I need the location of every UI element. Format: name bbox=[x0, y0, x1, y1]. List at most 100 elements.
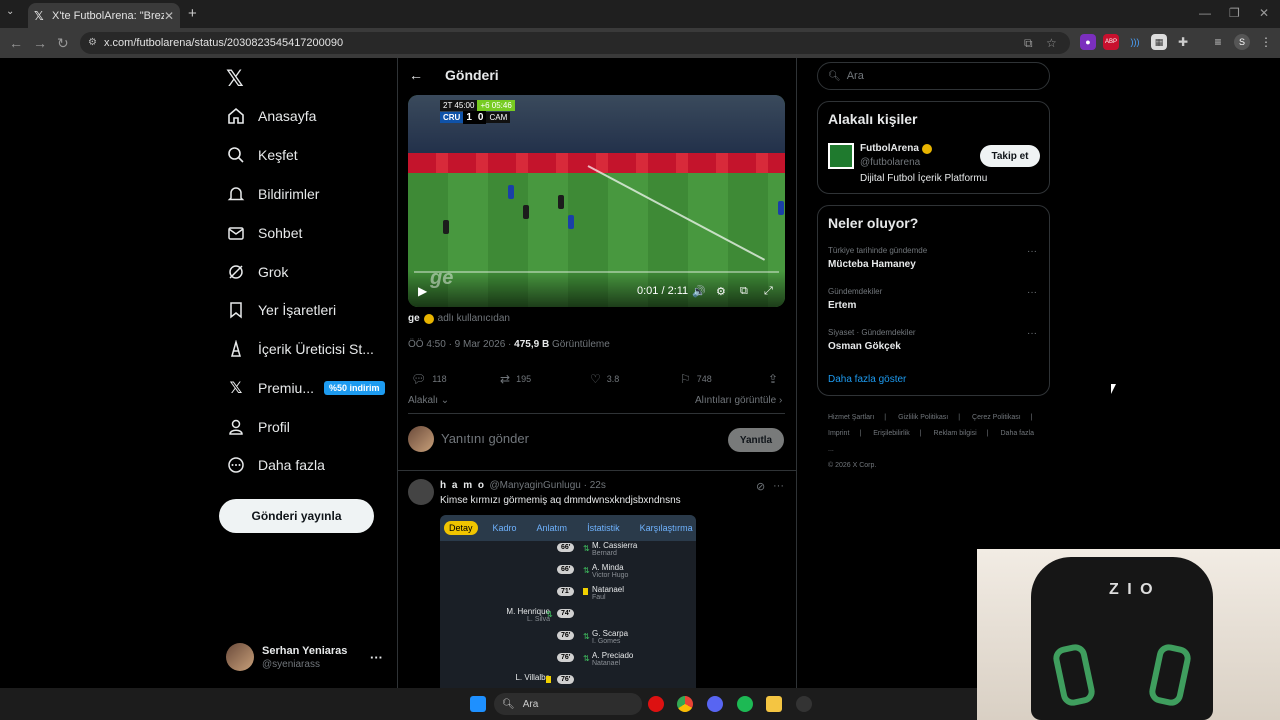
profile-avatar-icon[interactable]: S bbox=[1234, 34, 1250, 50]
extension-icon[interactable]: ))) bbox=[1127, 34, 1143, 50]
footer-link[interactable]: Çerez Politikası bbox=[972, 414, 1021, 421]
reload-icon[interactable]: ↻ bbox=[57, 35, 69, 52]
minimize-icon[interactable]: — bbox=[1199, 6, 1211, 20]
nav-creator-studio[interactable]: İçerik Üreticisi St... bbox=[226, 337, 374, 361]
show-more-link[interactable]: Daha fazla göster bbox=[828, 374, 906, 385]
reply-author-name[interactable]: h a m o bbox=[440, 480, 486, 491]
video-source[interactable]: ge adlı kullanıcıdan bbox=[408, 313, 510, 324]
browser-tab[interactable]: 𝕏 X'te FutbolArena: "Brezilya'da Cr ✕ bbox=[28, 3, 180, 28]
post-button[interactable]: Gönderi yayınla bbox=[219, 499, 374, 533]
account-handle: @futbolarena bbox=[860, 157, 921, 168]
post-actions: 💬︎ 118 ⇄ 195 ♡ 3.8 ⚐ 748 ⇪ bbox=[408, 372, 785, 388]
avatar[interactable] bbox=[408, 479, 434, 505]
extension-icon[interactable]: ● bbox=[1080, 34, 1096, 50]
footer-link[interactable]: Reklam bilgisi bbox=[934, 430, 977, 437]
volume-icon[interactable]: 🔊 bbox=[692, 285, 706, 298]
adblock-icon[interactable]: ABP bbox=[1103, 34, 1119, 50]
share-action[interactable]: ⇪ bbox=[768, 372, 784, 386]
x-favicon-icon: 𝕏 bbox=[34, 8, 44, 23]
extension-icon[interactable]: ▦ bbox=[1151, 34, 1167, 50]
spotify-icon[interactable] bbox=[737, 696, 753, 712]
trend-item[interactable]: Gündemdekiler Ertem bbox=[828, 287, 882, 311]
follow-button[interactable]: Takip et bbox=[980, 145, 1040, 167]
video-frame bbox=[508, 185, 514, 199]
close-tab-icon[interactable]: ✕ bbox=[164, 9, 174, 23]
star-icon[interactable]: ☆ bbox=[1046, 36, 1057, 50]
reading-list-icon[interactable]: ≡ bbox=[1210, 34, 1226, 50]
nav-more[interactable]: Daha fazla bbox=[226, 453, 325, 477]
nav-label: Bildirimler bbox=[258, 186, 320, 202]
substitution-icon: ⇅ bbox=[546, 610, 553, 619]
windows-start-icon[interactable] bbox=[470, 696, 486, 712]
forward-icon[interactable]: → bbox=[33, 35, 47, 51]
reply-action[interactable]: 💬︎ 118 bbox=[411, 372, 447, 386]
footer-link[interactable]: Erişilebilirlik bbox=[873, 430, 910, 437]
nav-notifications[interactable]: Bildirimler bbox=[226, 182, 319, 206]
nav-bookmarks[interactable]: Yer İşaretleri bbox=[226, 298, 336, 322]
more-dots-icon[interactable]: ··· bbox=[1027, 328, 1037, 339]
more-dots-icon[interactable]: ··· bbox=[1027, 246, 1037, 257]
bookmark-action[interactable]: ⚐ 748 bbox=[680, 372, 712, 386]
extensions-puzzle-icon[interactable]: ✚ bbox=[1175, 34, 1191, 50]
footer-link[interactable]: Gizlilik Politikası bbox=[898, 414, 948, 421]
maximize-icon[interactable]: ❐ bbox=[1229, 6, 1240, 20]
new-tab-icon[interactable]: + bbox=[188, 5, 197, 22]
back-icon[interactable]: ← bbox=[9, 35, 23, 51]
video-player[interactable]: 2T 45:00 +6 05:46 CRU 1 0 CAM ge ▶ 0:01 / 2:… bbox=[408, 95, 785, 307]
menu-dots-icon[interactable]: ⋮ bbox=[1258, 34, 1274, 50]
more-dots-icon[interactable]: ··· bbox=[773, 480, 784, 492]
discord-icon[interactable] bbox=[707, 696, 723, 712]
nav-label: Grok bbox=[258, 264, 289, 280]
account-name-text: FutbolArena bbox=[860, 143, 919, 154]
nav-profile[interactable]: Profil bbox=[226, 415, 290, 439]
more-dots-icon[interactable]: ··· bbox=[1027, 287, 1037, 298]
search-input[interactable]: 🔍︎ Ara bbox=[817, 62, 1050, 90]
app-icon[interactable] bbox=[796, 696, 812, 712]
grok-icon[interactable]: ⊘ bbox=[756, 480, 765, 493]
reply-input[interactable]: Yanıtını gönder bbox=[441, 431, 529, 446]
x-logo-icon[interactable]: 𝕏 bbox=[226, 66, 244, 92]
site-info-icon[interactable]: ⚙ bbox=[88, 37, 97, 48]
bookmark-count: 748 bbox=[696, 374, 712, 384]
close-window-icon[interactable]: ✕ bbox=[1259, 6, 1269, 20]
footer-link[interactable]: Hizmet Şartları bbox=[828, 414, 874, 421]
trend-item[interactable]: Siyaset · Gündemdekiler Osman Gökçek bbox=[828, 328, 916, 352]
video-progress-bar[interactable] bbox=[414, 271, 779, 273]
account-more-icon[interactable]: ··· bbox=[370, 650, 383, 665]
futbolarena-logo[interactable] bbox=[828, 143, 854, 169]
discount-badge: %50 indirim bbox=[324, 381, 385, 395]
nav-premium[interactable]: 𝕏 Premiu... %50 indirim bbox=[226, 376, 385, 400]
nav-messages[interactable]: Sohbet bbox=[226, 221, 302, 245]
trend-item[interactable]: Türkiye tarihinde gündemde Mücteba Haman… bbox=[828, 246, 927, 270]
like-action[interactable]: ♡ 3.8 bbox=[590, 372, 619, 386]
nav-home[interactable]: Anasayfa bbox=[226, 104, 316, 128]
event-item: L. Villalba bbox=[515, 673, 550, 682]
account-name[interactable]: FutbolArena bbox=[860, 143, 936, 154]
back-arrow-icon[interactable]: ← bbox=[409, 67, 423, 83]
footer-link[interactable]: Imprint bbox=[828, 430, 849, 437]
profile-icon bbox=[226, 417, 246, 437]
settings-gear-icon[interactable]: ⚙ bbox=[716, 285, 726, 298]
fullscreen-icon[interactable]: ⤢ bbox=[764, 285, 773, 298]
pip-icon[interactable]: ⧉ bbox=[740, 285, 748, 298]
card-title: Alakalı kişiler bbox=[828, 111, 918, 127]
opera-icon[interactable] bbox=[648, 696, 664, 712]
nav-explore[interactable]: Keşfet bbox=[226, 143, 298, 167]
nav-grok[interactable]: Grok bbox=[226, 260, 288, 284]
repost-action[interactable]: ⇄ 195 bbox=[500, 372, 531, 386]
reply-button[interactable]: Yanıtla bbox=[728, 428, 784, 452]
file-explorer-icon[interactable] bbox=[766, 696, 782, 712]
match-events-image[interactable]: Detay Kadro Anlatım İstatistik Karşılaşt… bbox=[440, 515, 696, 693]
sort-label: Alakalı bbox=[408, 395, 439, 406]
url-field[interactable]: ⚙ x.com/futbolarena/status/2030823545417… bbox=[80, 32, 1070, 54]
install-icon[interactable]: ⧉ bbox=[1024, 36, 1033, 51]
sort-relevant[interactable]: Alakalı ⌄ bbox=[408, 395, 449, 406]
substitution-icon: ⇅ bbox=[583, 566, 590, 575]
chrome-icon[interactable] bbox=[677, 696, 693, 712]
home-icon bbox=[226, 106, 246, 126]
account-switcher[interactable]: Serhan Yeniaras @syeniarass bbox=[226, 643, 347, 671]
taskbar-search[interactable]: 🔍︎ Ara bbox=[494, 693, 642, 715]
tab-search-icon[interactable]: ⌄ bbox=[6, 6, 14, 17]
play-icon[interactable]: ▶ bbox=[418, 284, 427, 298]
view-quotes-link[interactable]: Alıntıları görüntüle › bbox=[695, 395, 782, 406]
